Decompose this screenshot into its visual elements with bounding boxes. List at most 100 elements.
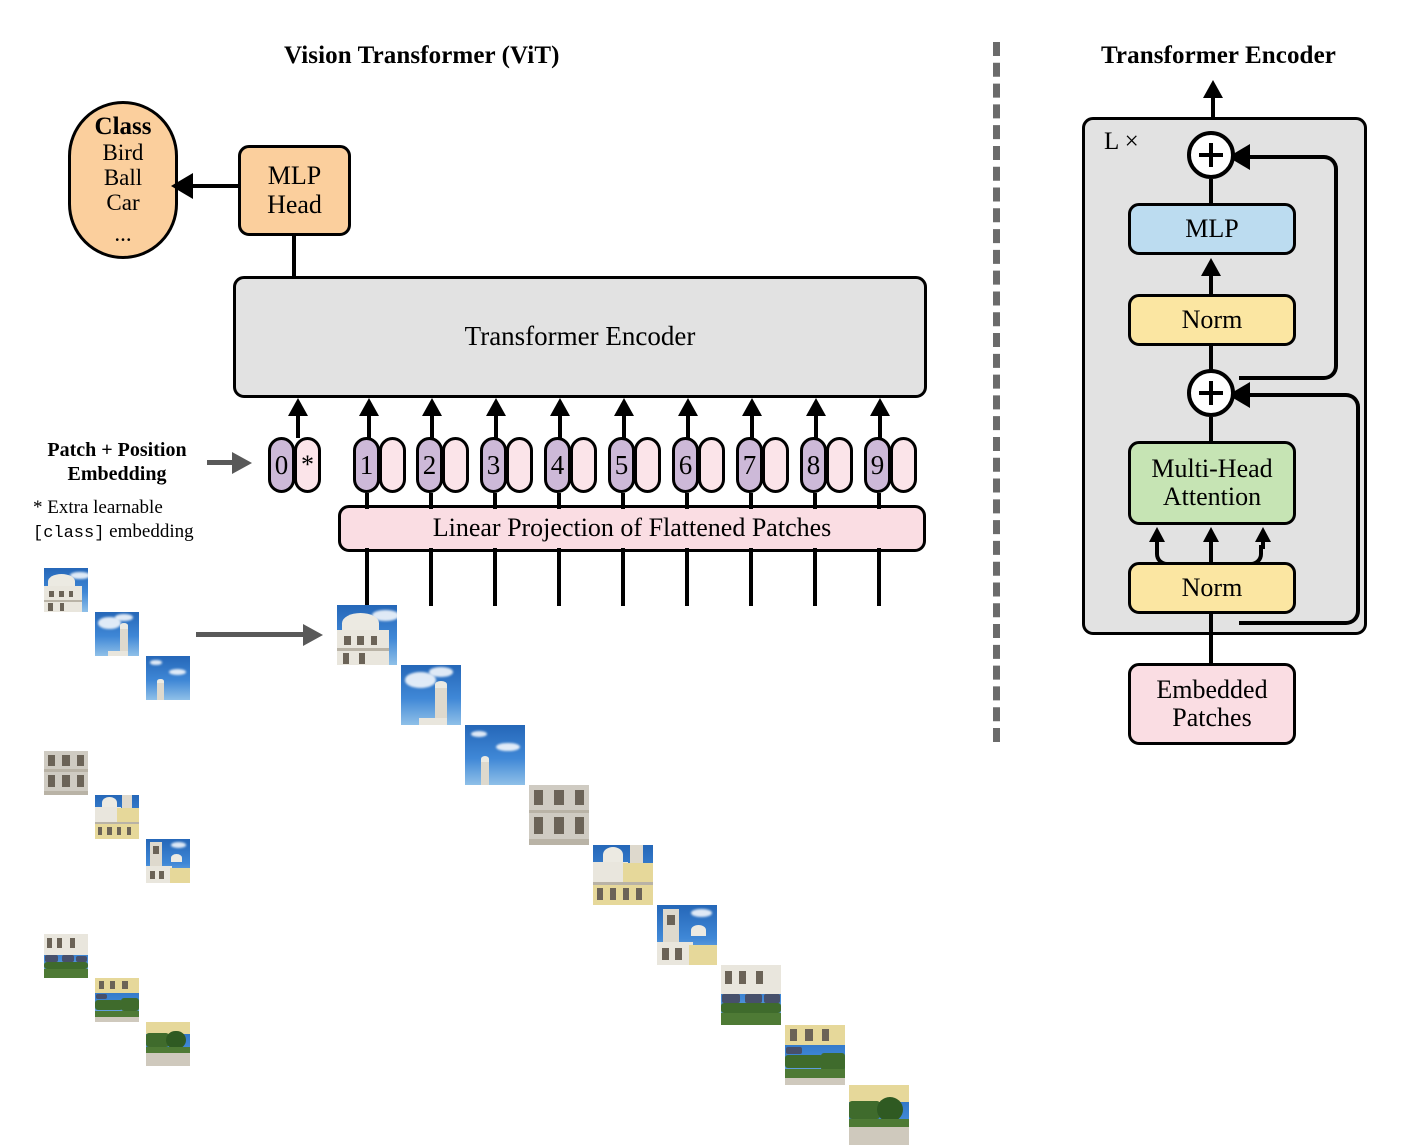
patch-path — [785, 1077, 845, 1085]
projection-to-token-line-6 — [685, 493, 689, 509]
patch-grass — [721, 1013, 781, 1025]
source-grid-cell-4 — [44, 751, 88, 795]
patch-tower-cap — [119, 623, 129, 629]
patch-hedge — [121, 998, 139, 1012]
patch-window — [755, 971, 763, 985]
projection-to-token-line-4 — [557, 493, 561, 509]
patch-car — [44, 955, 59, 963]
patch-to-projection-line-5 — [621, 548, 625, 606]
patch-window — [69, 938, 75, 949]
mlp-block: MLP — [1128, 203, 1296, 255]
patch-car — [745, 993, 762, 1003]
patch-cloud — [150, 660, 162, 665]
encoder-repeat-label: L × — [1104, 128, 1139, 155]
image-patch-2 — [401, 665, 461, 725]
patch-window — [46, 938, 52, 949]
patch-cloud — [428, 667, 453, 677]
patch-window — [77, 774, 85, 788]
patch-base — [44, 790, 88, 795]
patch-window — [370, 636, 378, 646]
image-patch-8 — [785, 1025, 845, 1085]
patch-car — [61, 955, 74, 962]
patch-facade-cream — [689, 944, 717, 965]
patch-tower — [480, 761, 489, 785]
patch-window — [77, 754, 85, 766]
patch-hedge — [821, 1052, 845, 1071]
patch-window — [554, 789, 564, 806]
mlp-block-label: MLP — [1185, 213, 1239, 243]
patch-tower-cap — [157, 678, 164, 684]
source-grid-cell-2 — [95, 612, 139, 656]
source-image-grid — [44, 568, 190, 1066]
norm-top-label: Norm — [1181, 304, 1243, 334]
patch-to-projection-line-1 — [365, 548, 369, 606]
patch-window — [109, 980, 116, 990]
patch-roof — [108, 650, 129, 656]
patch-path — [849, 1127, 909, 1145]
image-patch-7 — [721, 965, 781, 1025]
mlp-residual-bypass — [1239, 155, 1338, 380]
patch-hedge — [95, 1000, 124, 1010]
projection-to-token-line-8 — [813, 493, 817, 509]
qkv-right-stem — [1261, 541, 1265, 549]
patch-window — [49, 590, 55, 598]
multi-head-attention-block: Multi-Head Attention — [1128, 441, 1296, 525]
patch-window — [98, 980, 104, 990]
patch-window — [533, 817, 544, 835]
source-grid-cell-6 — [146, 839, 190, 883]
source-grid-cell-9 — [146, 1022, 190, 1066]
projection-to-token-line-2 — [429, 493, 433, 509]
patch-window — [343, 653, 349, 664]
patch-car — [764, 994, 780, 1003]
qkv-arrowhead-left — [1149, 527, 1165, 542]
patch-window — [358, 653, 365, 664]
add-node-top — [1187, 131, 1235, 179]
patch-window — [122, 980, 128, 990]
patch-car — [75, 955, 88, 962]
patch-window — [107, 826, 112, 836]
patch-window — [357, 636, 364, 646]
patch-cornice — [44, 599, 82, 602]
patch-window — [59, 603, 65, 612]
patch-cornice — [44, 769, 88, 772]
projection-to-token-line-9 — [877, 493, 881, 509]
patch-window — [47, 754, 55, 766]
mha-line1: Multi-Head — [1151, 453, 1273, 483]
patch-path — [95, 1016, 139, 1022]
right-panel-title: Transformer Encoder — [1101, 42, 1336, 69]
patch-window — [805, 1028, 813, 1041]
embedded-to-norm-line — [1209, 611, 1213, 667]
patch-window — [675, 948, 683, 961]
image-patch-1 — [337, 605, 397, 665]
image-patch-5 — [593, 845, 653, 905]
patch-window — [97, 826, 103, 836]
patch-window — [661, 948, 669, 961]
patch-window — [609, 888, 616, 901]
image-patch-strip — [337, 605, 909, 1145]
patch-window — [344, 636, 351, 646]
patch-car — [786, 1046, 802, 1054]
patch-dome — [170, 853, 183, 862]
patch-window — [159, 870, 165, 880]
projection-to-token-line-3 — [493, 493, 497, 509]
patch-window — [822, 1028, 830, 1041]
projection-to-token-line-1 — [365, 493, 369, 509]
patch-dome — [690, 925, 707, 937]
patch-to-projection-line-3 — [493, 548, 497, 606]
projection-to-token-line-5 — [621, 493, 625, 509]
patch-facade-cream — [849, 1085, 909, 1102]
source-grid-cell-5 — [95, 795, 139, 839]
patch-window — [533, 789, 544, 806]
patch-cloud — [690, 908, 713, 917]
patch-to-projection-line-7 — [749, 548, 753, 606]
image-patch-9 — [849, 1085, 909, 1145]
patch-window — [724, 971, 732, 985]
patch-hedge — [44, 962, 88, 970]
source-grid-cell-3 — [146, 656, 190, 700]
patch-to-projection-line-2 — [429, 548, 433, 606]
patch-car — [722, 993, 741, 1004]
patch-window — [68, 590, 74, 598]
encoder-output-arrowhead — [1203, 80, 1223, 98]
patch-window — [149, 870, 155, 880]
patch-to-projection-line-9 — [877, 548, 881, 606]
